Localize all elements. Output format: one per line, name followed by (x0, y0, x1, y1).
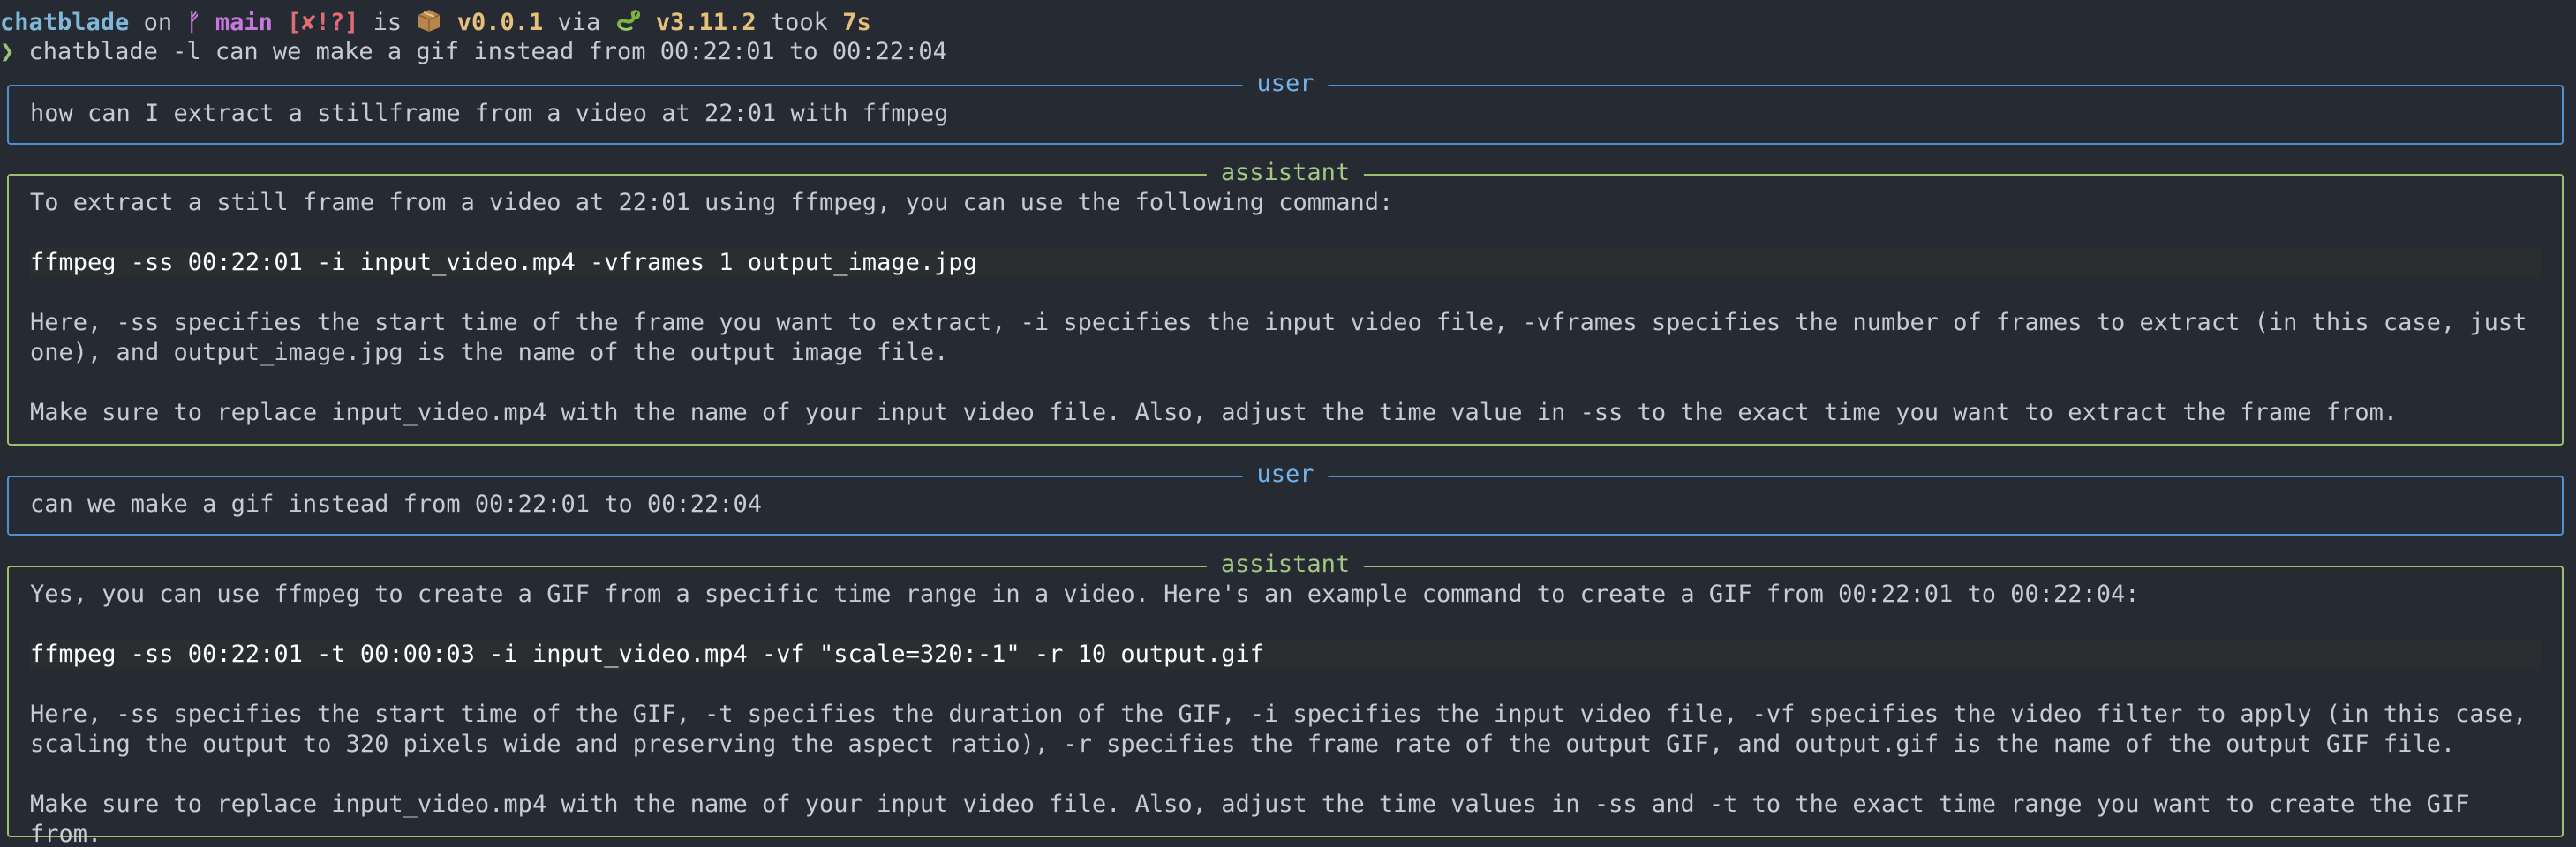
message-explanation: Here, -ss specifies the start time of th… (30, 309, 2527, 366)
package-icon (416, 7, 442, 34)
prompt-via-word: via (557, 9, 601, 36)
message-body: To extract a still frame from a video at… (30, 188, 2541, 428)
git-branch-icon: ᚠ (186, 9, 201, 36)
message-outro: Make sure to replace input_video.mp4 wit… (30, 791, 2484, 847)
message-intro: To extract a still frame from a video at… (30, 189, 1394, 216)
python-version: v3.11.2 (655, 9, 757, 36)
panel-title-user: user (1242, 69, 1329, 99)
user-message-panel: user how can I extract a stillframe from… (7, 69, 2564, 145)
assistant-message-panel: assistant Yes, you can use ffmpeg to cre… (7, 550, 2564, 847)
shell-prompt-line: chatblade on ᚠ main [✘!?] is v0.0.1 via … (0, 7, 871, 38)
python-icon (615, 7, 642, 34)
message-intro: Yes, you can use ffmpeg to create a GIF … (30, 581, 2140, 608)
command-text: chatblade -l can we make a gif instead f… (28, 38, 947, 65)
message-body: can we make a gif instead from 00:22:01 … (30, 490, 2541, 520)
code-block[interactable]: ffmpeg -ss 00:22:01 -t 00:00:03 -i input… (30, 640, 2541, 670)
command-duration: 7s (842, 9, 871, 36)
package-version: v0.0.1 (456, 9, 544, 36)
panel-title-assistant: assistant (1206, 158, 1365, 188)
message-paragraph: how can I extract a stillframe from a vi… (30, 100, 949, 127)
panel-title-assistant: assistant (1206, 550, 1365, 580)
panel-title-user: user (1242, 460, 1329, 490)
message-paragraph: can we make a gif instead from 00:22:01 … (30, 491, 763, 518)
prompt-directory: chatblade (0, 9, 130, 36)
prompt-chevron-icon: ❯ (0, 38, 15, 65)
prompt-is-word: is (373, 9, 403, 36)
message-body: how can I extract a stillframe from a vi… (30, 99, 2541, 129)
user-message-panel: user can we make a gif instead from 00:2… (7, 460, 2564, 536)
message-outro: Make sure to replace input_video.mp4 wit… (30, 399, 2399, 426)
prompt-branch: main (215, 9, 273, 36)
message-body: Yes, you can use ffmpeg to create a GIF … (30, 580, 2541, 847)
git-status: [✘!?] (287, 9, 359, 36)
message-explanation: Here, -ss specifies the start time of th… (30, 701, 2527, 758)
assistant-message-panel: assistant To extract a still frame from … (7, 158, 2564, 446)
prompt-on-word: on (143, 9, 173, 36)
command-line: ❯ chatblade -l can we make a gif instead… (0, 37, 947, 67)
prompt-took-word: took (770, 9, 828, 36)
code-block[interactable]: ffmpeg -ss 00:22:01 -i input_video.mp4 -… (30, 248, 2541, 278)
